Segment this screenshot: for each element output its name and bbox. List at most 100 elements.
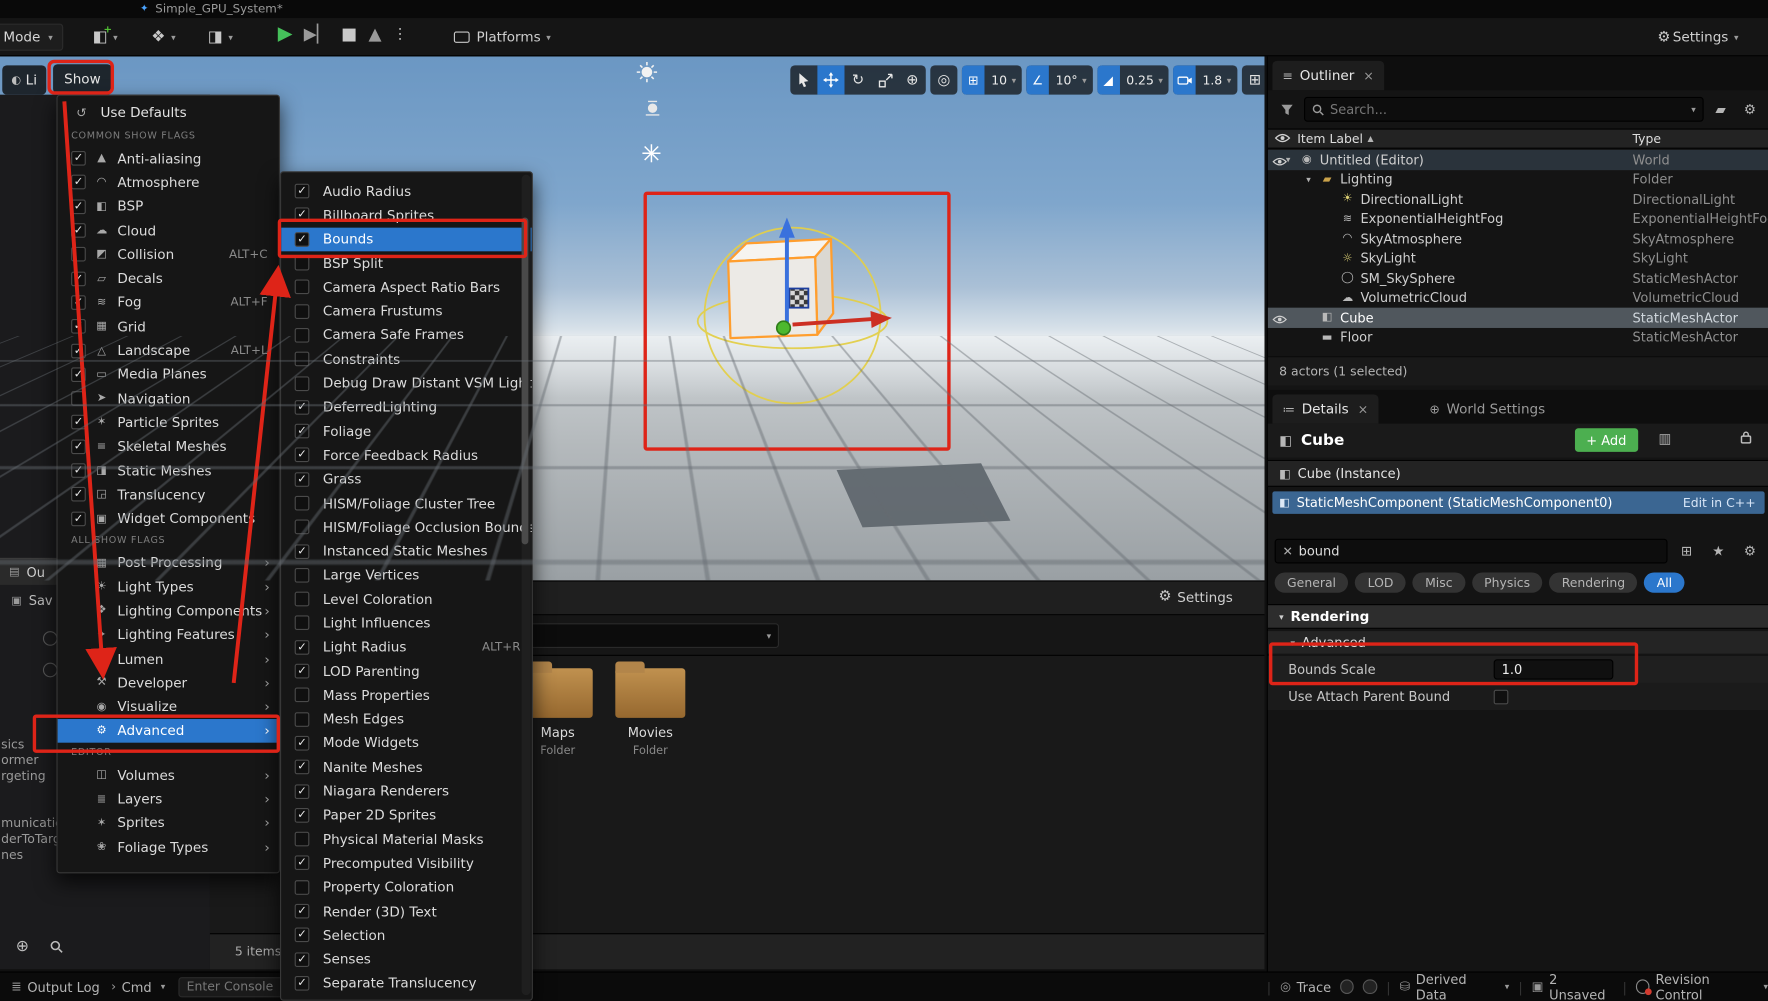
new-folder-icon[interactable]: ▰ xyxy=(1708,97,1733,122)
rotate-tool-button[interactable]: ↻ xyxy=(844,65,871,94)
checkbox[interactable] xyxy=(295,712,310,727)
checkbox[interactable] xyxy=(295,496,310,511)
show-flag-translucency[interactable]: ✓◲Translucency xyxy=(58,483,279,507)
flag-niagara-renderers[interactable]: ✓Niagara Renderers xyxy=(281,779,532,803)
show-flag-atmosphere[interactable]: ✓◠Atmosphere xyxy=(58,171,279,195)
eye-icon[interactable] xyxy=(1272,154,1287,170)
show-menu-lighting-components[interactable]: ❖Lighting Components› xyxy=(58,599,279,623)
flag-billboard-sprites[interactable]: ✓Billboard Sprites xyxy=(281,203,532,227)
flag-deferredlighting[interactable]: ✓DeferredLighting xyxy=(281,395,532,419)
checkbox[interactable]: ✓ xyxy=(295,232,310,247)
trace-button[interactable]: ◎ Trace xyxy=(1280,979,1331,995)
show-menu-light-types[interactable]: ☀Light Types› xyxy=(58,575,279,599)
filter-tab-rendering[interactable]: Rendering xyxy=(1549,573,1637,593)
checkbox[interactable]: ✓ xyxy=(71,463,86,478)
show-menu-foliage-types[interactable]: ❀Foliage Types› xyxy=(58,835,279,859)
tab-world-settings[interactable]: ⊕ World Settings xyxy=(1419,394,1555,423)
show-menu-lumen[interactable]: ◐Lumen› xyxy=(58,647,279,671)
outliner-column-headers[interactable]: Item Label ▲ Type xyxy=(1268,128,1768,148)
status-circle-icon[interactable] xyxy=(1340,979,1354,994)
filter-icon[interactable] xyxy=(1275,97,1300,122)
details-search-input[interactable] xyxy=(1299,543,1660,559)
checkbox[interactable]: ✓ xyxy=(71,415,86,430)
grid-snap-control[interactable]: ⊞ 10 ▾ xyxy=(962,65,1022,94)
outliner-search-input[interactable] xyxy=(1330,101,1682,117)
filter-tab-misc[interactable]: Misc xyxy=(1413,573,1465,593)
checkbox[interactable] xyxy=(295,280,310,295)
filter-tab-lod[interactable]: LOD xyxy=(1355,573,1406,593)
flag-camera-frustums[interactable]: Camera Frustums xyxy=(281,299,532,323)
tab-outliner[interactable]: ≡ Outliner × xyxy=(1272,61,1384,90)
checkbox[interactable]: ✓ xyxy=(295,472,310,487)
add-component-button[interactable]: + Add xyxy=(1575,428,1638,452)
flag-separate-translucency[interactable]: ✓Separate Translucency xyxy=(281,971,532,995)
show-menu-post-processing[interactable]: ▦Post Processing› xyxy=(58,551,279,575)
maximize-viewport-button[interactable]: ⊞ xyxy=(1241,65,1264,94)
settings-dropdown[interactable]: ⚙ Settings ▾ xyxy=(1653,24,1743,51)
gear-icon[interactable]: ⚙ xyxy=(1738,539,1763,564)
checkbox[interactable]: ✓ xyxy=(71,175,86,190)
flag-instanced-static-meshes[interactable]: ✓Instanced Static Meshes xyxy=(281,539,532,563)
show-menu-layers[interactable]: ≣Layers› xyxy=(58,787,279,811)
checkbox[interactable]: ✓ xyxy=(71,223,86,238)
outliner-row-skylight[interactable]: ☼SkyLightSkyLight xyxy=(1268,249,1768,269)
flag-mode-widgets[interactable]: ✓Mode Widgets xyxy=(281,731,532,755)
favorites-icon[interactable]: ★ xyxy=(1706,539,1731,564)
checkbox[interactable]: ✓ xyxy=(71,343,86,358)
checkbox[interactable]: ✓ xyxy=(71,151,86,166)
view-mode-button[interactable]: ◐ Li xyxy=(2,65,46,94)
world-coordinate-button[interactable]: ⊕ xyxy=(899,65,926,94)
column-item-label[interactable]: Item Label xyxy=(1297,131,1363,146)
outliner-row-directionallight[interactable]: ☀DirectionalLightDirectionalLight xyxy=(1268,189,1768,209)
flag-large-vertices[interactable]: Large Vertices xyxy=(281,563,532,587)
platforms-dropdown[interactable]: Platforms ▾ xyxy=(449,24,555,51)
show-flag-landscape[interactable]: ✓△LandscapeALT+L xyxy=(58,339,279,363)
checkbox[interactable] xyxy=(295,616,310,631)
outliner-row-floor[interactable]: ▬FloorStaticMeshActor xyxy=(1268,327,1768,347)
checkbox[interactable]: ✓ xyxy=(295,904,310,919)
checkbox[interactable]: ✓ xyxy=(295,184,310,199)
play-options-button[interactable]: ⋮ xyxy=(393,25,408,42)
outliner-row-lighting[interactable]: ▾▰LightingFolder xyxy=(1268,170,1768,190)
show-flag-static-meshes[interactable]: ✓◨Static Meshes xyxy=(58,459,279,483)
flag-audio-radius[interactable]: ✓Audio Radius xyxy=(281,179,532,203)
content-settings-button[interactable]: ⚙ Settings xyxy=(1158,588,1232,605)
camera-speed-control[interactable]: 1.8 ▾ xyxy=(1173,65,1237,94)
checkbox[interactable]: ✓ xyxy=(295,952,310,967)
gear-icon[interactable]: ⚙ xyxy=(1738,97,1763,122)
outliner-row-sm-skysphere[interactable]: ◯SM_SkySphereStaticMeshActor xyxy=(1268,268,1768,288)
status-circle-icon[interactable] xyxy=(1363,979,1377,994)
show-flag-navigation[interactable]: ➤Navigation xyxy=(58,387,279,411)
details-search-box[interactable]: ✕ xyxy=(1275,539,1668,564)
checkbox[interactable]: ✓ xyxy=(295,424,310,439)
checkbox[interactable]: ✓ xyxy=(295,640,310,655)
outliner-row-volumetriccloud[interactable]: ☁VolumetricCloudVolumetricCloud xyxy=(1268,288,1768,308)
eye-icon[interactable] xyxy=(1272,312,1287,328)
flag-bsp-split[interactable]: BSP Split xyxy=(281,251,532,275)
show-flag-collision[interactable]: ◩CollisionALT+C xyxy=(58,243,279,267)
checkbox[interactable]: ✓ xyxy=(295,856,310,871)
checkbox[interactable]: ✓ xyxy=(295,808,310,823)
checkbox[interactable] xyxy=(295,568,310,583)
skip-button[interactable]: ▶▏ xyxy=(304,24,330,44)
filter-tab-physics[interactable]: Physics xyxy=(1472,573,1543,593)
scale-tool-button[interactable] xyxy=(872,65,899,94)
filter-tab-all[interactable]: All xyxy=(1644,573,1684,593)
close-icon[interactable]: × xyxy=(1363,68,1373,83)
show-flag-widget-components[interactable]: ✓▣Widget Components xyxy=(58,507,279,531)
checkbox[interactable]: ✓ xyxy=(71,319,86,334)
browse-icon[interactable]: ▥ xyxy=(1659,431,1672,447)
subsection-advanced[interactable]: ▾ Advanced xyxy=(1268,631,1768,654)
checkbox[interactable] xyxy=(295,256,310,271)
lock-icon[interactable] xyxy=(1740,431,1752,448)
flag-hism-foliage-occlusion-bounds[interactable]: HISM/Foliage Occlusion Bounds xyxy=(281,515,532,539)
checkbox[interactable]: ✓ xyxy=(295,400,310,415)
checkbox[interactable] xyxy=(295,688,310,703)
display-options-icon[interactable]: ⊞ xyxy=(1674,539,1699,564)
checkbox[interactable] xyxy=(295,352,310,367)
show-flag-fog[interactable]: ✓≋FogALT+F xyxy=(58,291,279,315)
expander-icon[interactable]: ▾ xyxy=(1306,174,1318,184)
flag-mesh-edges[interactable]: Mesh Edges xyxy=(281,707,532,731)
outliner-row-skyatmosphere[interactable]: ◠SkyAtmosphereSkyAtmosphere xyxy=(1268,229,1768,249)
flag-hism-foliage-cluster-tree[interactable]: HISM/Foliage Cluster Tree xyxy=(281,491,532,515)
